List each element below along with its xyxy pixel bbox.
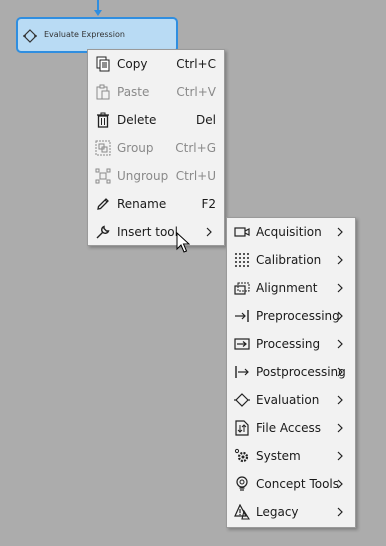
submenu-item-concept-tools[interactable]: Concept Tools <box>227 470 355 498</box>
mouse-cursor-icon <box>176 232 190 253</box>
chevron-right-icon <box>337 283 343 293</box>
group-icon <box>95 140 111 156</box>
submenu-item-postprocessing[interactable]: Postprocessing <box>227 358 355 386</box>
menu-item-delete[interactable]: Delete Del <box>88 106 224 134</box>
submenu-item-label: Evaluation <box>256 393 320 407</box>
submenu-item-label: Postprocessing <box>256 365 346 379</box>
gear-icon <box>234 448 249 463</box>
alignment-icon <box>234 282 250 295</box>
menu-item-label: Rename <box>117 197 167 211</box>
chevron-right-icon <box>337 451 343 461</box>
menu-item-ungroup[interactable]: Ungroup Ctrl+U <box>88 162 224 190</box>
menu-item-insert-tool[interactable]: Insert tool <box>88 218 224 246</box>
copy-icon <box>96 56 110 72</box>
submenu-item-label: Legacy <box>256 505 299 519</box>
dot-grid-icon <box>235 253 249 267</box>
menu-item-label: Ungroup <box>117 169 169 183</box>
submenu-item-label: Concept Tools <box>256 477 340 491</box>
menu-item-paste[interactable]: Paste Ctrl+V <box>88 78 224 106</box>
chevron-right-icon <box>337 423 343 433</box>
submenu-item-label: Alignment <box>256 281 318 295</box>
menu-item-shortcut: Ctrl+G <box>175 141 216 155</box>
submenu-item-label: Preprocessing <box>256 309 340 323</box>
submenu-item-preprocessing[interactable]: Preprocessing <box>227 302 355 330</box>
bulb-icon <box>236 476 248 491</box>
menu-item-shortcut: F2 <box>201 197 216 211</box>
chevron-right-icon <box>337 395 343 405</box>
insert-tool-submenu: Acquisition Calibration Alignment Prepro <box>226 217 356 528</box>
camera-icon <box>234 227 250 237</box>
chevron-right-icon <box>337 227 343 237</box>
context-menu: Copy Ctrl+C Paste Ctrl+V Delete Del Grou… <box>87 49 225 246</box>
legacy-warning-icon <box>234 504 250 520</box>
chevron-right-icon <box>337 339 343 349</box>
menu-item-copy[interactable]: Copy Ctrl+C <box>88 50 224 78</box>
menu-item-label: Copy <box>117 57 148 71</box>
ungroup-icon <box>95 168 111 184</box>
wrench-icon <box>96 225 110 239</box>
chevron-right-icon <box>337 367 343 377</box>
chevron-right-icon <box>206 227 212 237</box>
submenu-item-system[interactable]: System <box>227 442 355 470</box>
evaluate-expression-node[interactable]: Evaluate Expression <box>16 17 178 53</box>
submenu-item-acquisition[interactable]: Acquisition <box>227 218 355 246</box>
menu-item-label: Paste <box>117 85 150 99</box>
submenu-item-file-access[interactable]: File Access <box>227 414 355 442</box>
submenu-item-processing[interactable]: Processing <box>227 330 355 358</box>
submenu-item-label: Calibration <box>256 253 322 267</box>
submenu-item-alignment[interactable]: Alignment <box>227 274 355 302</box>
evaluation-icon <box>234 393 250 407</box>
evaluation-icon <box>23 29 37 43</box>
submenu-item-label: Acquisition <box>256 225 322 239</box>
submenu-item-calibration[interactable]: Calibration <box>227 246 355 274</box>
chevron-right-icon <box>337 479 343 489</box>
submenu-item-legacy[interactable]: Legacy <box>227 498 355 526</box>
chevron-right-icon <box>337 255 343 265</box>
trash-icon <box>97 112 109 128</box>
menu-item-shortcut: Ctrl+V <box>176 85 216 99</box>
connector-arrow-icon <box>94 10 102 16</box>
processing-icon <box>234 338 250 350</box>
node-label: Evaluate Expression <box>44 30 125 39</box>
menu-item-shortcut: Del <box>196 113 216 127</box>
postprocessing-icon <box>235 366 249 378</box>
submenu-item-evaluation[interactable]: Evaluation <box>227 386 355 414</box>
preprocessing-icon <box>235 310 249 322</box>
pencil-icon <box>97 198 109 210</box>
menu-item-label: Group <box>117 141 154 155</box>
menu-item-rename[interactable]: Rename F2 <box>88 190 224 218</box>
menu-item-shortcut: Ctrl+U <box>175 169 216 183</box>
menu-item-group[interactable]: Group Ctrl+G <box>88 134 224 162</box>
paste-icon <box>96 84 110 100</box>
submenu-item-label: System <box>256 449 301 463</box>
submenu-item-label: Processing <box>256 337 321 351</box>
menu-item-label: Delete <box>117 113 157 127</box>
menu-item-shortcut: Ctrl+C <box>176 57 216 71</box>
menu-item-label: Insert tool <box>117 225 178 239</box>
file-access-icon <box>235 420 249 436</box>
submenu-item-label: File Access <box>256 421 321 435</box>
chevron-right-icon <box>337 311 343 321</box>
chevron-right-icon <box>337 507 343 517</box>
